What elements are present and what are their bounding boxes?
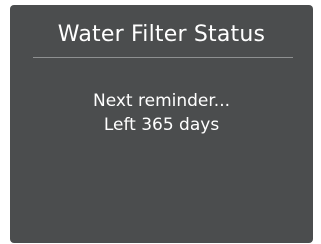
reminder-label: Next reminder... bbox=[92, 91, 231, 111]
filter-status-screen: Water Filter Status Next reminder... Lef… bbox=[10, 5, 313, 243]
reminder-message: Next reminder... Left 365 days bbox=[10, 89, 313, 137]
days-left-text: Left 365 days bbox=[103, 115, 220, 135]
screen-title: Water Filter Status bbox=[57, 22, 266, 47]
title-divider bbox=[33, 57, 293, 58]
